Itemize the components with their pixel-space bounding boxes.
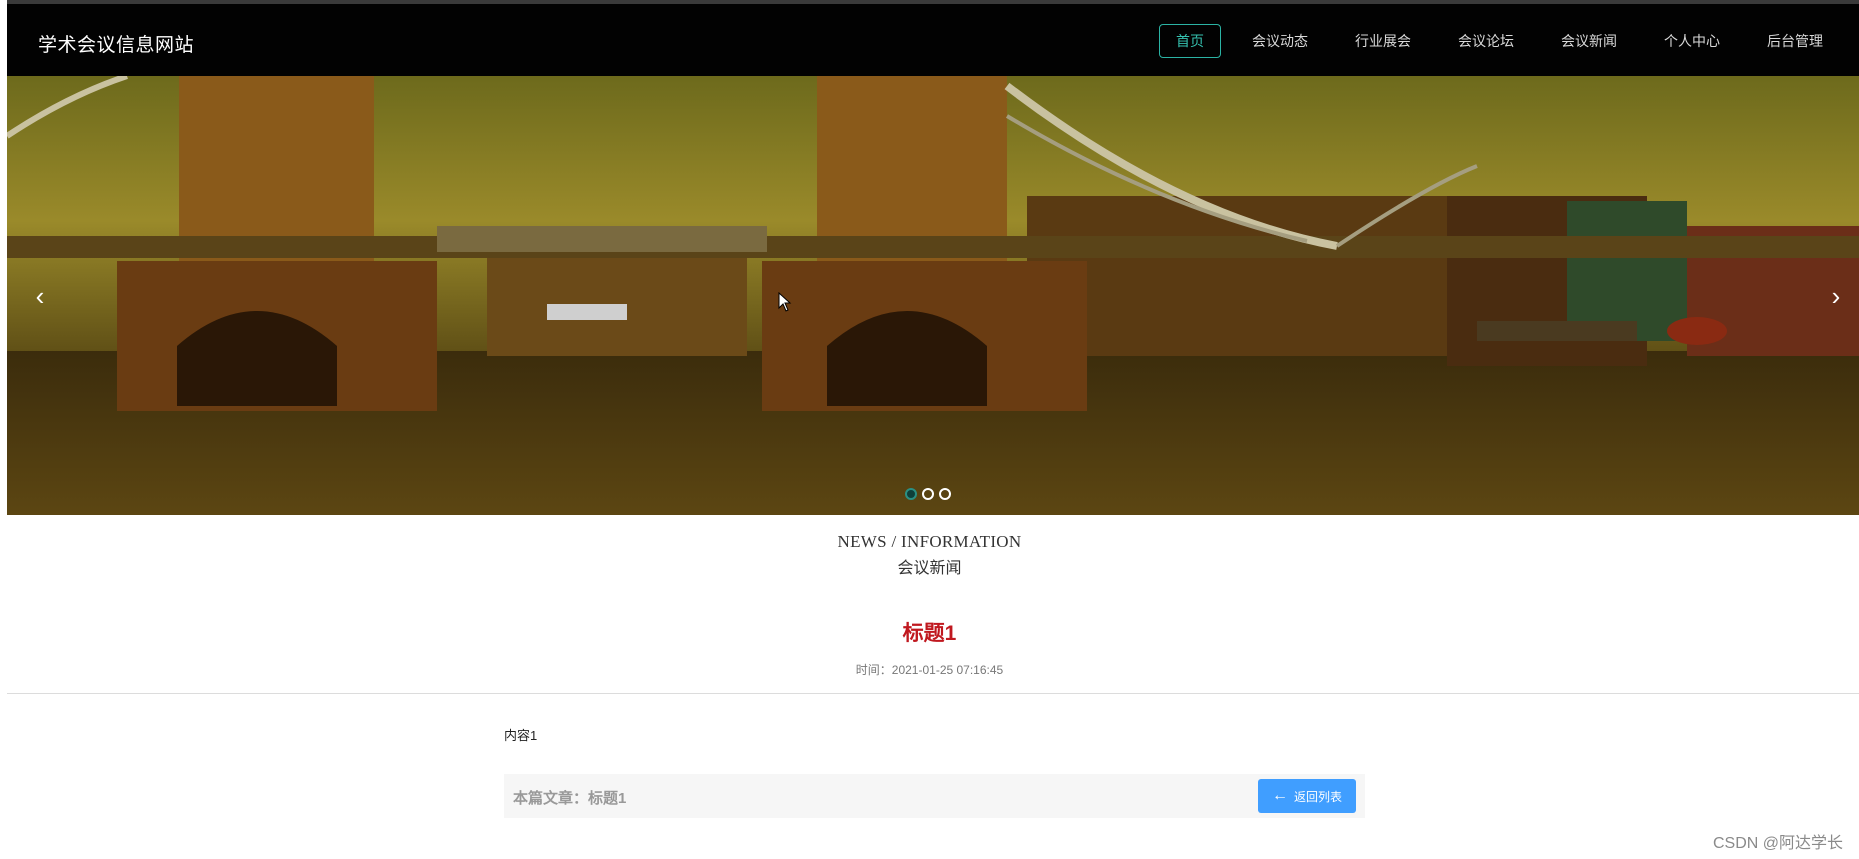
- carousel-next-button[interactable]: ›: [1821, 281, 1851, 311]
- article-content: 内容1: [504, 728, 538, 743]
- watermark: CSDN @阿达学长: [1712, 835, 1843, 852]
- current-article-label: 本篇文章：标题1: [513, 790, 627, 807]
- back-to-list-label: 返回列表: [1293, 789, 1342, 804]
- top-navbar: 学术会议信息网站 首页 会议动态 行业展会 会议论坛 会议新闻 个人中心 后台管…: [7, 0, 1859, 76]
- nav-home[interactable]: 首页: [1159, 24, 1221, 58]
- nav-industry-expo[interactable]: 行业展会: [1339, 24, 1427, 58]
- chevron-right-icon: ›: [1831, 281, 1841, 311]
- carousel-dot-2[interactable]: [922, 488, 934, 500]
- banner-image: [7, 76, 1859, 515]
- nav-admin[interactable]: 后台管理: [1751, 24, 1839, 58]
- main-nav: 首页 会议动态 行业展会 会议论坛 会议新闻 个人中心 后台管理: [1144, 24, 1839, 58]
- carousel-dot-3[interactable]: [939, 488, 951, 500]
- article-time: 时间：2021-01-25 07:16:45: [855, 663, 1004, 677]
- site-title[interactable]: 学术会议信息网站: [38, 30, 194, 57]
- carousel-indicators: [905, 488, 956, 500]
- nav-meeting-forum[interactable]: 会议论坛: [1442, 24, 1530, 58]
- left-margin: [0, 0, 7, 859]
- nav-meeting-updates[interactable]: 会议动态: [1236, 24, 1324, 58]
- section-heading: NEWS / INFORMATION 会议新闻: [0, 532, 1859, 578]
- carousel-prev-button[interactable]: ‹: [25, 281, 55, 311]
- article-title: 标题1: [902, 622, 957, 645]
- divider: [7, 693, 1859, 694]
- carousel-dot-1[interactable]: [905, 488, 917, 500]
- nav-personal-center[interactable]: 个人中心: [1648, 24, 1736, 58]
- chevron-left-icon: ‹: [35, 281, 45, 311]
- image-carousel[interactable]: ‹ ›: [7, 76, 1859, 515]
- arrow-left-icon: ←: [1271, 787, 1288, 804]
- mouse-cursor-icon: [778, 292, 792, 312]
- section-title-en: NEWS / INFORMATION: [837, 532, 1022, 551]
- page: 学术会议信息网站 首页 会议动态 行业展会 会议论坛 会议新闻 个人中心 后台管…: [0, 0, 1859, 859]
- article-footer-bar: 本篇文章：标题1 ← 返回列表: [504, 774, 1365, 818]
- back-to-list-button[interactable]: ← 返回列表: [1258, 779, 1356, 813]
- section-title-cn: 会议新闻: [897, 560, 962, 577]
- nav-meeting-news[interactable]: 会议新闻: [1545, 24, 1633, 58]
